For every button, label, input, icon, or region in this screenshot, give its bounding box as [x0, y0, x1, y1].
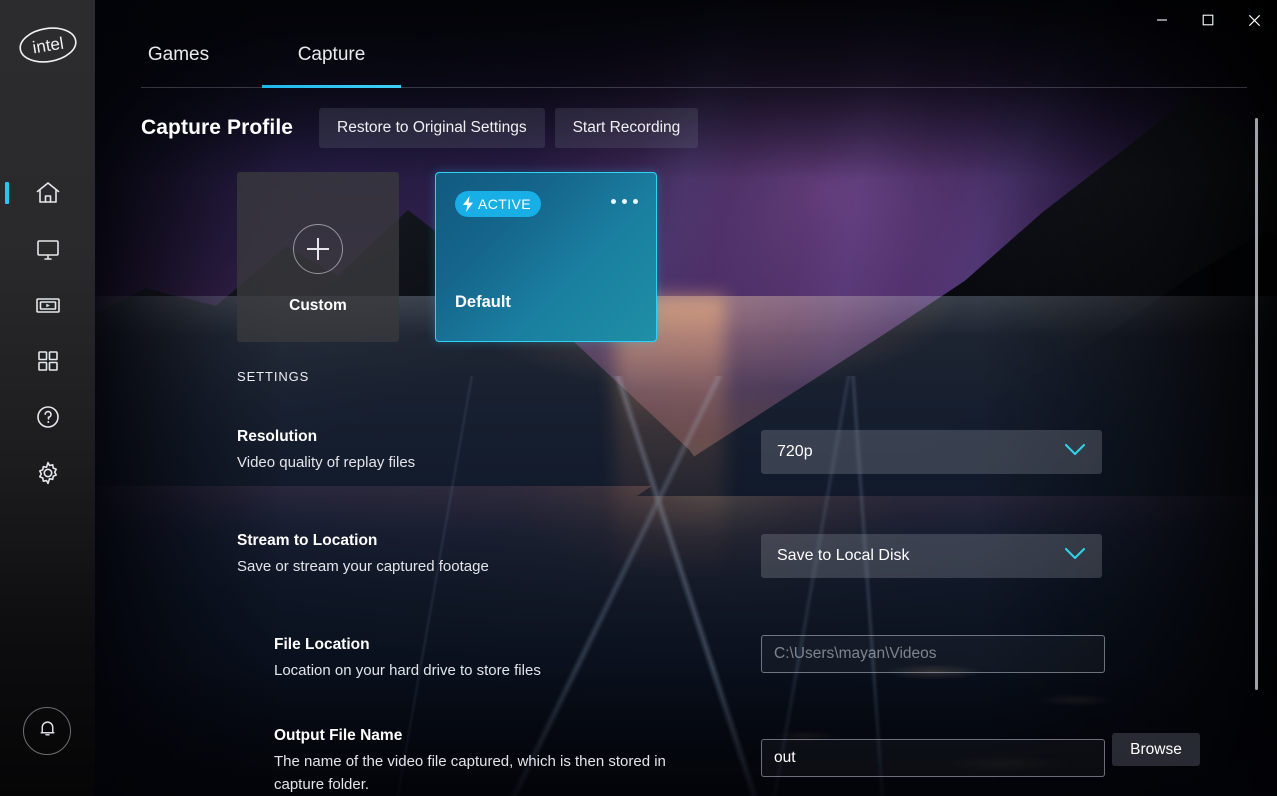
settings-section-label: SETTINGS — [237, 369, 310, 384]
bell-icon — [37, 718, 58, 744]
intel-graphics-command-center-window: intel Games Capture Capture Profile Rest… — [0, 0, 1277, 796]
sidebar-item-media[interactable] — [0, 277, 95, 333]
profile-card-list: Custom ACTIVE Default — [237, 172, 657, 342]
tab-active-underline — [262, 85, 401, 88]
close-button[interactable] — [1231, 0, 1277, 40]
notifications-button[interactable] — [23, 707, 71, 755]
gear-icon — [34, 459, 62, 487]
resolution-value: 720p — [777, 443, 813, 460]
intel-logo: intel — [18, 22, 78, 68]
tab-games[interactable]: Games — [95, 38, 262, 88]
setting-row-output-file-name: Output File Name The name of the video f… — [274, 727, 694, 796]
status-badge-label: ACTIVE — [478, 196, 531, 212]
custom-profile-label: Custom — [289, 297, 347, 314]
sidebar-nav — [0, 165, 95, 501]
output-file-name-title: Output File Name — [274, 727, 403, 744]
window-controls — [1139, 0, 1277, 40]
restore-to-original-settings-button[interactable]: Restore to Original Settings — [319, 108, 545, 148]
minimize-button[interactable] — [1139, 0, 1185, 40]
plus-icon — [293, 224, 343, 274]
custom-profile-card[interactable]: Custom — [237, 172, 399, 342]
sidebar: intel — [0, 0, 95, 796]
active-indicator — [5, 182, 9, 204]
sidebar-item-home[interactable] — [0, 165, 95, 221]
video-capture-icon — [34, 291, 62, 319]
chevron-down-icon — [1064, 443, 1086, 461]
lightning-bolt-icon — [461, 196, 475, 212]
status-badge: ACTIVE — [455, 191, 541, 217]
scrollbar-thumb[interactable] — [1255, 118, 1258, 690]
file-location-input[interactable]: C:\Users\mayan\Videos — [761, 635, 1105, 673]
question-circle-icon — [34, 403, 62, 431]
grid-apps-icon — [34, 347, 62, 375]
tab-capture-label: Capture — [297, 44, 366, 65]
default-profile-card[interactable]: ACTIVE Default — [435, 172, 657, 342]
capture-settings-panel: Capture Profile Restore to Original Sett… — [95, 95, 1277, 796]
stream-to-location-value: Save to Local Disk — [777, 547, 910, 564]
file-location-placeholder: C:\Users\mayan\Videos — [774, 645, 937, 662]
sidebar-item-display[interactable] — [0, 221, 95, 277]
sidebar-item-settings[interactable] — [0, 445, 95, 501]
tab-bar: Games Capture — [95, 38, 1277, 90]
maximize-button[interactable] — [1185, 0, 1231, 40]
sidebar-item-help[interactable] — [0, 389, 95, 445]
default-profile-label: Default — [455, 293, 511, 311]
start-recording-button[interactable]: Start Recording — [554, 108, 699, 148]
tab-capture[interactable]: Capture — [262, 38, 401, 88]
chevron-down-icon — [1064, 547, 1086, 565]
vertical-scrollbar[interactable] — [1255, 118, 1258, 690]
output-file-name-description: The name of the video file captured, whi… — [274, 753, 666, 793]
svg-text:intel: intel — [31, 34, 65, 58]
tab-games-label: Games — [147, 44, 210, 65]
browse-button[interactable]: Browse — [1112, 733, 1200, 766]
home-icon — [34, 179, 62, 207]
resolution-dropdown[interactable]: 720p — [761, 430, 1102, 474]
output-file-name-input[interactable]: out — [761, 739, 1105, 777]
stream-to-location-dropdown[interactable]: Save to Local Disk — [761, 534, 1102, 578]
more-options-icon[interactable] — [611, 199, 638, 204]
monitor-icon — [34, 235, 62, 263]
capture-profile-header: Capture Profile Restore to Original Sett… — [141, 108, 699, 148]
page-title: Capture Profile — [141, 116, 294, 139]
sidebar-item-apps[interactable] — [0, 333, 95, 389]
output-file-name-value: out — [774, 749, 796, 766]
